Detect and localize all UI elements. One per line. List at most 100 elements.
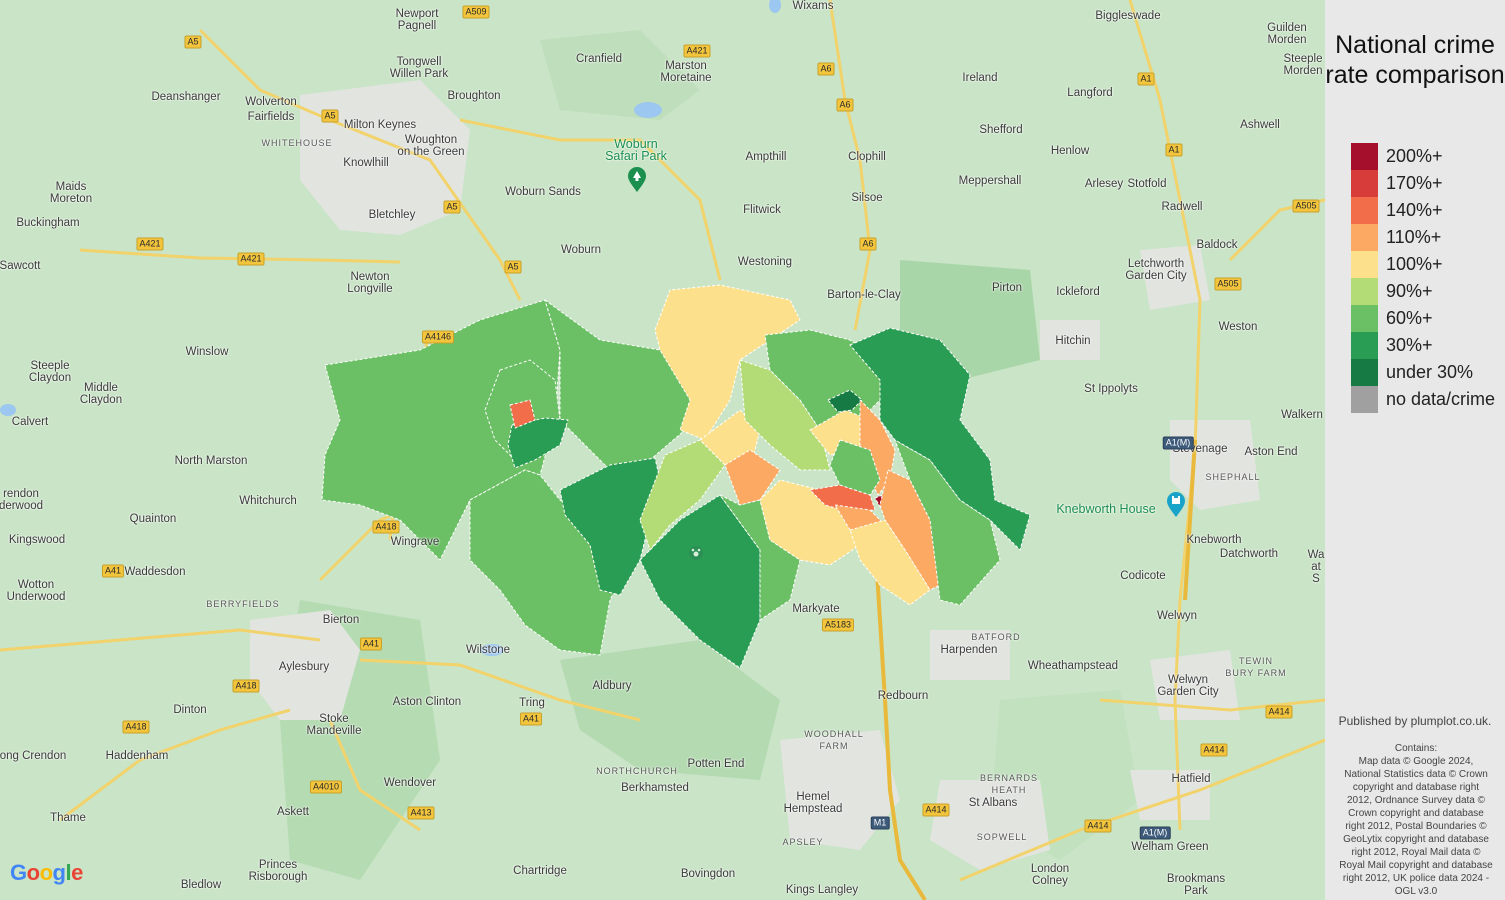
place-label: Henlow: [1050, 145, 1090, 157]
place-label: Bovingdon: [680, 868, 736, 880]
place-label: Middle Claydon: [79, 382, 123, 406]
road-shield: A418: [372, 520, 400, 534]
road-shield: A413: [407, 806, 435, 820]
place-label: Bletchley: [368, 209, 416, 221]
place-label: Kings Langley: [785, 884, 859, 896]
place-label: Wolverton: [245, 96, 297, 108]
road-shield: A4010: [309, 780, 343, 794]
road-shield: A5: [504, 260, 522, 274]
place-label: Maids Moreton: [49, 181, 93, 205]
place-label: Walkern: [1281, 409, 1323, 421]
legend-swatch: [1351, 197, 1378, 224]
place-label: Ireland: [962, 72, 998, 84]
map-canvas[interactable]: Newport Pagnell Wixams Biggleswade Guild…: [0, 0, 1325, 900]
legend-label: no data/crime: [1386, 389, 1496, 409]
legend-label: under 30%: [1386, 362, 1474, 382]
published-by: Published by plumplot.co.uk.: [1338, 714, 1492, 728]
place-label: Whitchurch: [239, 495, 297, 507]
place-label: NORTHCHURCH: [596, 766, 678, 776]
place-label: Hatfield: [1171, 773, 1211, 785]
road-shield: A1: [1165, 143, 1183, 157]
place-label: Aldbury: [592, 680, 632, 692]
road-shield: A5183: [821, 618, 855, 632]
place-label: Berkhamsted: [621, 782, 689, 794]
place-label: Sawcott: [0, 260, 41, 272]
data-attribution: Contains: Map data © Google 2024, Nation…: [1339, 743, 1493, 897]
road-shield: A5: [184, 35, 202, 49]
place-label: Winslow: [185, 346, 229, 358]
place-label: Welham Green: [1131, 841, 1209, 853]
place-label: Waddesdon: [124, 566, 186, 578]
place-label: Westoning: [737, 256, 793, 268]
place-label: Tring: [519, 697, 545, 709]
place-label: Ampthill: [745, 151, 787, 163]
legend-item: 60%+: [1351, 305, 1495, 332]
road-shield: A509: [462, 5, 490, 19]
place-label: Princes Risborough: [248, 859, 308, 883]
place-label: Ickleford: [1056, 286, 1100, 298]
road-shield: A414: [1200, 743, 1228, 757]
place-label: North Marston: [174, 455, 248, 467]
place-label: BERNARDS HEATH: [979, 773, 1039, 795]
place-label: Fairfields: [247, 111, 295, 123]
road-shield: A1(M): [1162, 436, 1194, 450]
place-label: London Colney: [1030, 863, 1070, 887]
road-shield: A418: [232, 679, 260, 693]
place-label: Kingswood: [8, 534, 66, 546]
place-label: Biggleswade: [1095, 10, 1161, 22]
place-label: Hitchin: [1055, 335, 1091, 347]
place-label: Stoke Mandeville: [306, 713, 362, 737]
place-label: APSLEY: [782, 837, 824, 847]
place-label: Askett: [277, 806, 309, 818]
place-label: Welwyn: [1156, 610, 1198, 622]
place-label: Stotfold: [1127, 178, 1167, 190]
road-shield: A1: [1137, 72, 1155, 86]
place-label: Woburn: [560, 244, 602, 256]
place-label: Milton Keynes: [343, 119, 417, 131]
place-label: St Ippolyts: [1084, 383, 1138, 395]
legend-swatch: [1351, 251, 1378, 278]
place-label: Woughton on the Green: [397, 134, 465, 158]
place-label: Codicote: [1120, 570, 1166, 582]
legend-item: 30%+: [1351, 332, 1495, 359]
map-page: Newport Pagnell Wixams Biggleswade Guild…: [0, 0, 1505, 900]
place-label: Quainton: [129, 513, 177, 525]
place-label: Harpenden: [940, 644, 998, 656]
place-label: Radwell: [1161, 201, 1203, 213]
place-label: Broughton: [447, 90, 501, 102]
place-label: Thame: [50, 812, 86, 824]
road-shield: A41: [101, 564, 125, 578]
legend-list: 200%+ 170%+ 140%+ 110%+ 100%+ 90%+ 60%+ …: [1351, 143, 1495, 413]
place-label: Aston End: [1244, 446, 1298, 458]
road-shield: A4146: [421, 330, 455, 344]
road-shield: A421: [237, 252, 265, 266]
place-label: Haddenham: [105, 750, 169, 762]
place-label: Chartridge: [513, 865, 567, 877]
place-label: Marston Moretaine: [660, 60, 712, 84]
legend-label: 110%+: [1386, 227, 1442, 247]
place-label: BERRYFIELDS: [206, 599, 280, 609]
place-label: Wendover: [383, 777, 437, 789]
place-label: Guilden Morden: [1267, 22, 1307, 46]
place-label: Weston: [1218, 321, 1258, 333]
road-shield: A5: [443, 200, 461, 214]
google-logo-letter: g: [52, 860, 66, 885]
place-label: Newport Pagnell: [395, 8, 439, 32]
place-label: Welwyn Garden City: [1157, 674, 1219, 698]
place-label: Wa at S: [1307, 549, 1325, 585]
place-label: Wingrave: [390, 536, 440, 548]
road-shield: A414: [922, 803, 950, 817]
place-label: Tongwell Willen Park: [389, 56, 449, 80]
road-shield: A418: [122, 720, 150, 734]
zoo-pin-icon: [689, 546, 703, 560]
road-shield: A6: [859, 237, 877, 251]
legend-item: 140%+: [1351, 197, 1495, 224]
place-label: Wilstone: [465, 644, 511, 656]
place-label: Knebworth: [1186, 534, 1242, 546]
place-label: Buckingham: [16, 217, 80, 229]
legend-swatch: [1351, 305, 1378, 332]
place-label: Potten End: [687, 758, 745, 770]
legend-label: 140%+: [1386, 200, 1443, 220]
place-label: Aston Clinton: [392, 696, 462, 708]
place-label: ong Crendon: [0, 750, 67, 762]
